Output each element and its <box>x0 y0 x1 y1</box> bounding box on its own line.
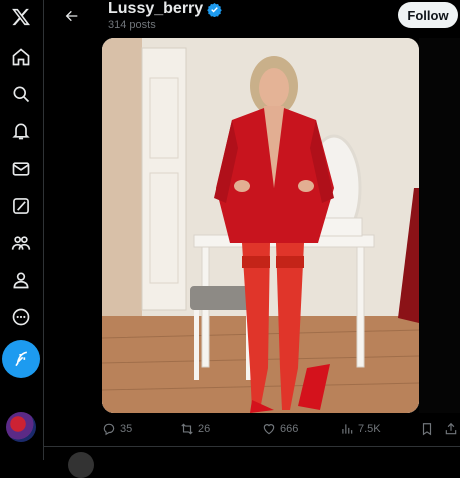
bookmark-icon <box>422 423 432 436</box>
messages-icon[interactable] <box>8 156 34 182</box>
like-count: 666 <box>280 423 299 435</box>
follow-button[interactable]: Follow <box>398 2 458 28</box>
post-divider <box>44 446 460 447</box>
account-avatar[interactable] <box>6 412 36 442</box>
repost-icon <box>181 423 193 435</box>
post-photo[interactable] <box>102 38 419 413</box>
like-button[interactable]: 666 <box>262 422 298 436</box>
profile-name: Lussy_berry <box>108 0 222 18</box>
bookmark-button[interactable] <box>420 422 434 436</box>
compose-button[interactable] <box>2 340 40 378</box>
home-icon[interactable] <box>8 44 34 70</box>
views-icon <box>342 424 353 434</box>
more-icon[interactable] <box>8 304 34 330</box>
reply-icon <box>103 423 115 436</box>
verified-badge-icon <box>207 2 222 17</box>
next-post-avatar[interactable] <box>68 452 94 478</box>
reply-button[interactable]: 35 <box>102 422 132 436</box>
profile-name-text: Lussy_berry <box>108 0 204 17</box>
back-button[interactable] <box>58 4 86 28</box>
profile-header: Lussy_berry 314 posts Follow <box>44 0 460 38</box>
reply-count: 35 <box>120 423 133 435</box>
photo-illustration <box>102 38 419 413</box>
grok-icon[interactable] <box>8 193 34 219</box>
post-count: 314 posts <box>108 19 156 31</box>
x-logo-icon[interactable] <box>8 4 34 30</box>
post-action-bar: 35 26 666 7.5K <box>102 422 460 442</box>
sidebar <box>0 0 44 460</box>
share-button[interactable] <box>444 422 458 436</box>
share-icon <box>445 422 457 435</box>
heart-icon <box>263 424 275 435</box>
search-icon[interactable] <box>8 81 34 107</box>
communities-icon[interactable] <box>8 230 34 256</box>
views-button[interactable]: 7.5K <box>340 422 381 436</box>
compose-icon <box>15 351 28 367</box>
profile-icon[interactable] <box>8 267 34 293</box>
media-backdrop <box>419 38 460 413</box>
notifications-icon[interactable] <box>8 118 34 144</box>
back-arrow-icon <box>65 10 78 22</box>
views-count: 7.5K <box>358 423 381 435</box>
repost-count: 26 <box>198 423 211 435</box>
repost-button[interactable]: 26 <box>180 422 210 436</box>
